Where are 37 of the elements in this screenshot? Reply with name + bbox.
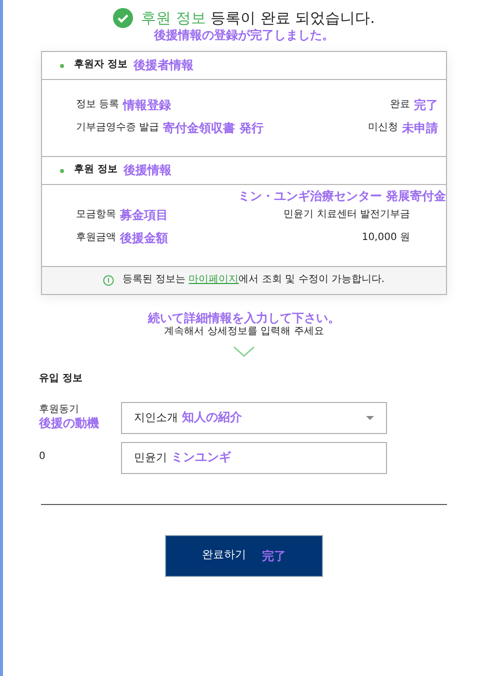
field-label: 후원동기 xyxy=(39,404,80,416)
check-icon xyxy=(113,8,134,28)
instruction-text: 계속해서 상세정보를 입력해 주세요 xyxy=(164,326,324,338)
input-field[interactable]: 민윤기 ミンユンギ xyxy=(121,442,387,474)
row-label: 정보 등록 xyxy=(76,99,120,112)
translation-note: 募金項目 xyxy=(120,208,168,223)
translation-note: 後援金額 xyxy=(120,231,168,246)
translation-note: 寄付金領収書 発行 xyxy=(163,121,264,136)
translation-note: 後援情報の登録が完了しました。 xyxy=(154,28,334,43)
translation-note: 続いて詳細情報を入力して下さい。 xyxy=(148,310,340,326)
page-title: 후원 정보 등록이 완료 되었습니다. xyxy=(141,8,375,28)
translation-note: 後援の動機 xyxy=(39,416,100,432)
row-value: 10,000 원 xyxy=(362,232,410,245)
complete-button[interactable]: 완료하기 完了 xyxy=(165,534,323,576)
translation-note: 後援者情報 xyxy=(133,58,194,73)
chevron-down-icon xyxy=(233,346,255,357)
translation-note: 未申請 xyxy=(402,121,438,136)
field-label: 0 xyxy=(39,451,46,464)
section-title: 후원 정보 xyxy=(74,164,118,177)
bullet-icon xyxy=(60,168,64,172)
row-value: 미신청 xyxy=(368,122,398,135)
translation-note: ミン・ユンギ治療センター 発展寄付金 xyxy=(238,189,446,204)
row-value: 민윤기 치료센터 발전기부금 xyxy=(284,209,410,222)
row-label: 모금항목 xyxy=(76,209,116,222)
translation-note: 完了 xyxy=(414,98,438,113)
row-label: 기부금영수증 발급 xyxy=(76,122,160,135)
bullet-icon xyxy=(60,64,64,68)
form-section-title: 유입 정보 xyxy=(38,373,84,386)
translation-note: 情報登録 xyxy=(123,98,172,113)
translation-note: 後援情報 xyxy=(123,163,172,178)
row-value: 완료 xyxy=(390,99,410,112)
dropdown-caret-icon xyxy=(366,416,374,420)
info-icon xyxy=(103,274,114,286)
section-title: 후원자 정보 xyxy=(74,59,128,72)
select-field[interactable]: 지인소개 知人の紹介 xyxy=(121,402,387,434)
row-label: 후원금액 xyxy=(76,232,116,245)
notice-text: 등록된 정보는 마이페이지에서 조회 및 수정이 가능합니다. xyxy=(122,274,385,286)
